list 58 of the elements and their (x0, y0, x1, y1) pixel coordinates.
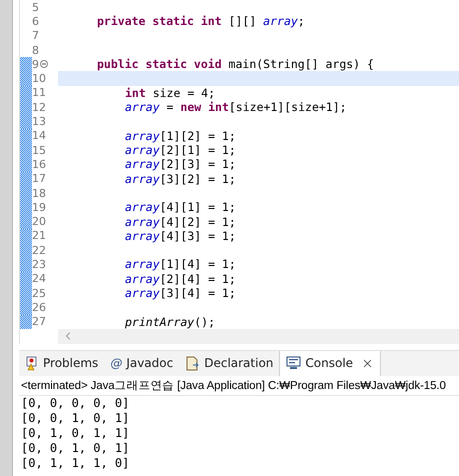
console-output-line: [0, 1, 1, 1, 0] (20, 456, 130, 471)
code-line: int size = 4; (125, 86, 216, 100)
code-line: array = new int[size+1][size+1]; (125, 100, 347, 114)
code-line: array[1][2] = 1; (125, 128, 236, 143)
line-number: 13 (32, 115, 46, 128)
code-line: printArray(); (125, 314, 216, 329)
tab-label: Declaration (204, 356, 274, 370)
code-line: array[4][2] = 1; (125, 214, 236, 229)
code-line: public static void main(String[] args) { (97, 57, 374, 72)
line-number: 22 (32, 244, 46, 257)
code-line: private static int [][] array; (97, 14, 305, 28)
line-number: 10 (32, 72, 46, 86)
code-line: array[4][3] = 1; (125, 228, 236, 243)
line-number: 16 (32, 158, 46, 171)
line-number: 27 (32, 315, 46, 328)
view-tab[interactable]: Declaration (179, 350, 280, 376)
horizontal-scrollbar[interactable] (58, 328, 459, 344)
line-number: 11 (32, 86, 46, 100)
code-line: array[2][1] = 1; (125, 143, 236, 158)
view-tab[interactable]: Problems (19, 350, 104, 376)
line-number: 9 (32, 58, 39, 71)
line-number: 24 (32, 272, 46, 286)
code-line: array[2][4] = 1; (125, 272, 236, 286)
code-line: array[3][2] = 1; (125, 172, 236, 186)
line-number: 20 (32, 215, 46, 228)
at-sign-icon: @ (110, 356, 122, 370)
problems-icon (25, 356, 39, 371)
monitor-icon (286, 356, 302, 370)
line-number: 17 (32, 172, 46, 186)
console-output-line: [0, 0, 1, 0, 1] (20, 440, 130, 456)
code-line: array[4][1] = 1; (125, 200, 236, 214)
line-number: 21 (32, 229, 46, 242)
code-line: array[1][4] = 1; (125, 257, 236, 272)
line-number: 26 (32, 300, 46, 314)
line-number: 15 (32, 144, 46, 157)
console-header: <terminated> Java그래프연습 [Java Application] C:₩Program Files₩Java₩jdk-15.0 (19, 376, 459, 396)
line-number: 5 (32, 0, 39, 14)
console-output-line: [0, 0, 1, 0, 1] (20, 410, 130, 426)
tab-label: Javadoc (126, 356, 174, 370)
tab-label: Problems (43, 356, 98, 370)
collapse-icon[interactable] (40, 60, 48, 68)
line-number: 25 (32, 286, 46, 300)
document-icon (185, 356, 200, 371)
view-tab[interactable]: Console (279, 350, 382, 376)
line-number: 8 (32, 44, 39, 57)
console-output-line: [0, 0, 0, 0, 0] (20, 396, 130, 411)
tab-label: Console (305, 356, 354, 370)
view-tab[interactable]: @ Javadoc (104, 350, 180, 376)
code-line: array[2][3] = 1; (125, 157, 236, 172)
line-number: 7 (32, 29, 39, 42)
line-number: 18 (32, 186, 46, 200)
line-number: 6 (32, 14, 39, 28)
line-number: 19 (32, 200, 46, 214)
code-line: array[3][4] = 1; (125, 286, 236, 300)
console-output-line: [0, 1, 0, 1, 1] (20, 426, 130, 441)
line-number: 14 (32, 129, 46, 142)
line-number: 12 (32, 100, 46, 114)
line-number: 23 (32, 258, 46, 271)
